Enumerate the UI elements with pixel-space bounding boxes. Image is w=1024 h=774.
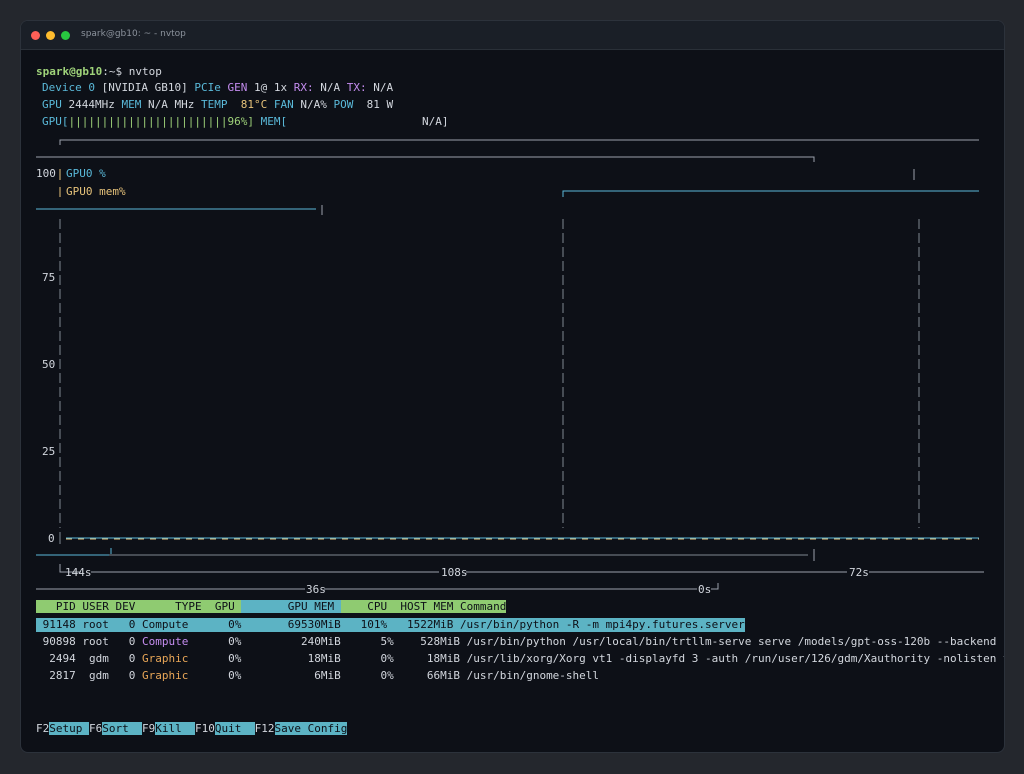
y-tick-25: 25 bbox=[42, 445, 56, 458]
table-row[interactable]: 2817 gdm 0 Graphic 0% 6MiB 0% 66MiB /usr… bbox=[36, 669, 599, 683]
x-tick-108s: 108s bbox=[441, 566, 468, 579]
row-cpu: 0% bbox=[380, 652, 394, 665]
col-gpu-mem[interactable]: GPU MEM bbox=[288, 600, 334, 613]
row-gpu-mem: 69530MiB bbox=[287, 618, 341, 631]
quit-button[interactable]: Quit bbox=[214, 722, 255, 735]
save-config-button[interactable]: Save Config bbox=[274, 722, 348, 735]
f6-key: F6 bbox=[89, 722, 103, 735]
row-command: /usr/bin/python /usr/local/bin/trtllm-se… bbox=[466, 635, 1005, 648]
col-host-mem[interactable]: HOST MEM bbox=[400, 600, 453, 613]
y-tick-75: 75 bbox=[42, 271, 56, 284]
col-dev[interactable]: DEV bbox=[116, 600, 136, 613]
y-tick-100: 100 bbox=[36, 167, 56, 180]
row-dev: 0 bbox=[128, 652, 136, 665]
row-gpu-mem: 18MiB bbox=[307, 652, 341, 665]
row-gpu: 0% bbox=[228, 635, 242, 648]
function-key-bar: F2Setup F6Sort F9Kill F10Quit F12Save Co… bbox=[36, 722, 348, 736]
legend-gpu-mem-percent: GPU0 mem% bbox=[66, 185, 126, 198]
row-dev: 0 bbox=[128, 635, 136, 648]
row-dev: 0 bbox=[128, 618, 136, 631]
row-user: gdm bbox=[89, 669, 109, 682]
f9-key: F9 bbox=[142, 722, 156, 735]
x-tick-144s: 144s bbox=[65, 566, 92, 579]
col-gpu[interactable]: GPU bbox=[215, 600, 235, 613]
row-gpu-mem: 240MiB bbox=[300, 635, 341, 648]
kill-button[interactable]: Kill bbox=[155, 722, 195, 735]
col-cpu[interactable]: CPU bbox=[367, 600, 387, 613]
row-host-mem: 18MiB bbox=[426, 652, 460, 665]
row-command: /usr/bin/python -R -m mpi4py.futures.ser… bbox=[459, 618, 745, 631]
row-pid: 91148 bbox=[42, 618, 76, 631]
row-type: Compute bbox=[142, 635, 189, 648]
table-row[interactable]: 2494 gdm 0 Graphic 0% 18MiB 0% 18MiB /us… bbox=[36, 652, 1005, 666]
row-gpu: 0% bbox=[228, 669, 242, 682]
sort-button[interactable]: Sort bbox=[102, 722, 142, 735]
f2-key: F2 bbox=[36, 722, 50, 735]
col-type[interactable]: TYPE bbox=[175, 600, 202, 613]
f10-key: F10 bbox=[195, 722, 215, 735]
table-row[interactable]: 91148 root 0 Compute 0% 69530MiB 101% 15… bbox=[36, 618, 745, 632]
row-pid: 2494 bbox=[49, 652, 76, 665]
row-gpu: 0% bbox=[228, 618, 242, 631]
row-user: root bbox=[82, 618, 109, 631]
row-cpu: 101% bbox=[360, 618, 388, 631]
row-command: /usr/lib/xorg/Xorg vt1 -displayfd 3 -aut… bbox=[466, 652, 1005, 665]
row-user: gdm bbox=[89, 652, 109, 665]
row-cpu: 5% bbox=[380, 635, 394, 648]
row-host-mem: 1522MiB bbox=[406, 618, 454, 631]
table-row[interactable]: 90898 root 0 Compute 0% 240MiB 5% 528MiB… bbox=[36, 635, 1005, 649]
setup-button[interactable]: Setup bbox=[49, 722, 89, 735]
row-type: Graphic bbox=[142, 669, 189, 682]
row-user: root bbox=[82, 635, 109, 648]
row-cpu: 0% bbox=[380, 669, 394, 682]
row-type: Graphic bbox=[142, 652, 189, 665]
col-command[interactable]: Command bbox=[460, 600, 506, 613]
process-table-header: PID USER DEV TYPE GPU GPU MEM CPU HOST M… bbox=[36, 600, 507, 614]
row-host-mem: 528MiB bbox=[420, 635, 460, 648]
row-gpu: 0% bbox=[228, 652, 242, 665]
x-tick-72s: 72s bbox=[849, 566, 869, 579]
row-pid: 90898 bbox=[42, 635, 76, 648]
terminal-window: spark@gb10: ~ - nvtop spark@gb10:~$ nvto… bbox=[20, 20, 1005, 753]
legend-gpu-percent: GPU0 % bbox=[66, 167, 106, 180]
row-host-mem: 66MiB bbox=[426, 669, 460, 682]
y-tick-50: 50 bbox=[42, 358, 56, 371]
row-pid: 2817 bbox=[49, 669, 76, 682]
row-command: /usr/bin/gnome-shell bbox=[466, 669, 600, 682]
f12-key: F12 bbox=[254, 722, 275, 735]
col-header-group[interactable]: PID USER DEV TYPE GPU bbox=[36, 600, 242, 613]
x-tick-36s: 36s bbox=[306, 583, 326, 596]
row-dev: 0 bbox=[128, 669, 136, 682]
row-gpu-mem: 6MiB bbox=[314, 669, 341, 682]
col-user[interactable]: USER bbox=[82, 600, 109, 613]
col-pid[interactable]: PID bbox=[56, 600, 76, 613]
y-tick-0: 0 bbox=[48, 532, 55, 545]
x-tick-0s: 0s bbox=[698, 583, 712, 596]
row-type: Compute bbox=[142, 618, 189, 631]
